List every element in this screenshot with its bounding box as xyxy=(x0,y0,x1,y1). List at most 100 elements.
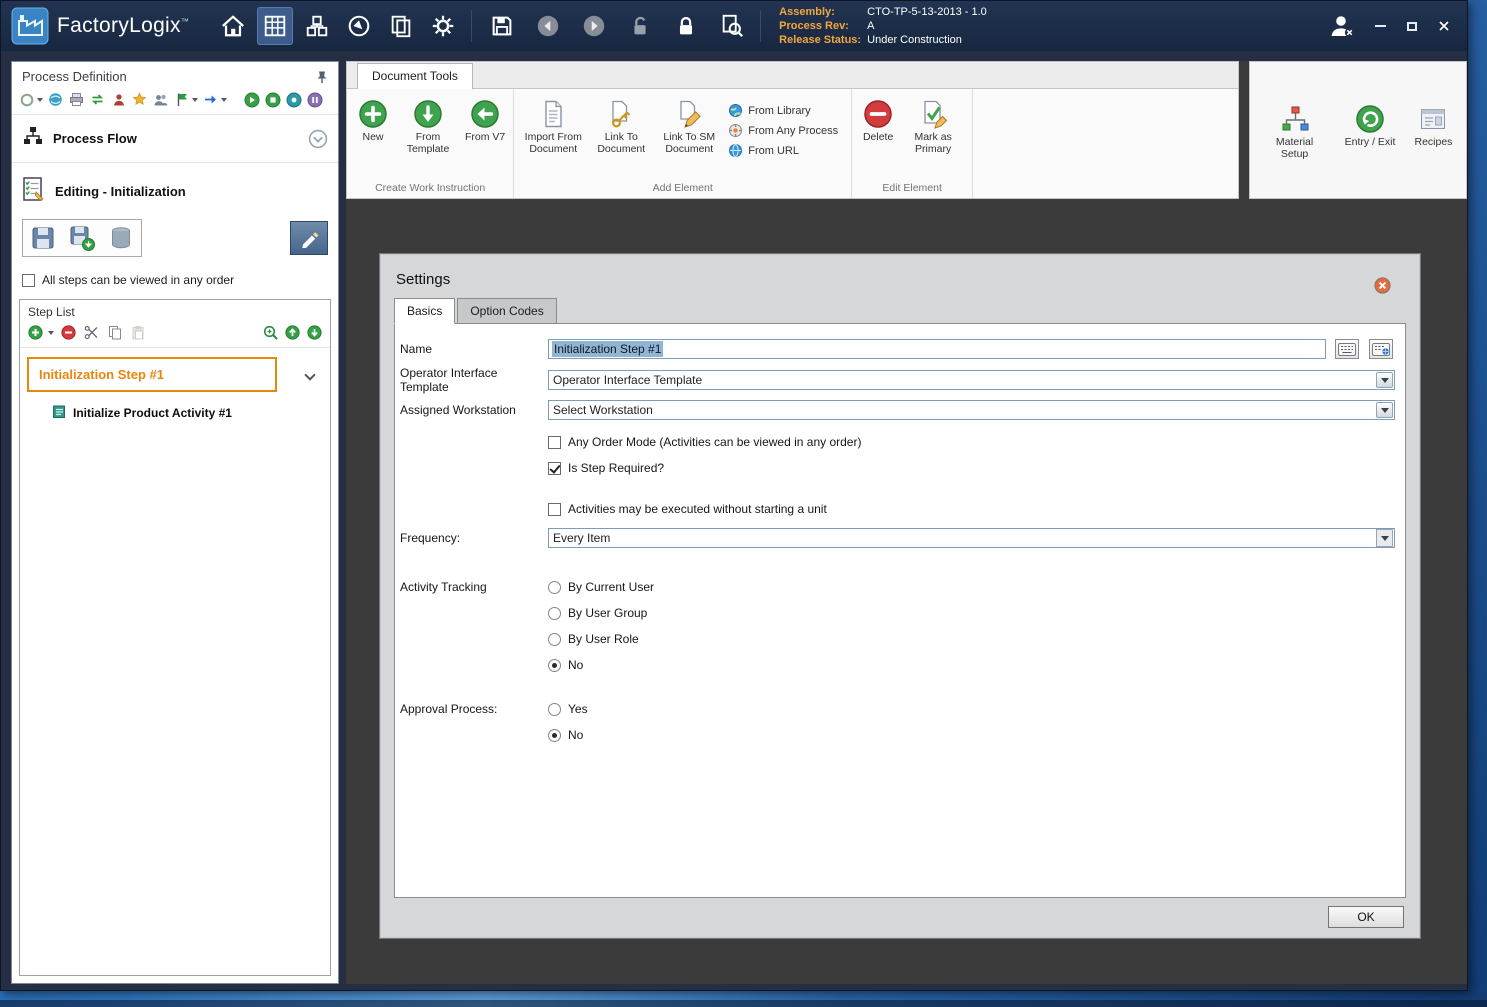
link-to-sm-document-button[interactable]: Link To SM Document xyxy=(655,95,723,158)
dialog-close-icon[interactable] xyxy=(1374,277,1391,294)
unlock-icon[interactable] xyxy=(622,7,658,45)
entry-exit-button[interactable]: Entry / Exit xyxy=(1342,100,1399,150)
ok-button[interactable]: OK xyxy=(1328,906,1404,928)
paste-icon[interactable] xyxy=(129,324,146,341)
zoom-icon[interactable] xyxy=(262,324,279,341)
dropdown-caret-icon[interactable] xyxy=(37,98,43,102)
pin-icon[interactable] xyxy=(316,70,328,84)
radio-icon[interactable] xyxy=(548,581,561,594)
from-any-process-button[interactable]: From Any Process xyxy=(729,124,838,137)
radio-approval-yes[interactable]: Yes xyxy=(548,702,588,716)
dropdown-arrow-icon[interactable] xyxy=(1376,529,1393,547)
radio-icon[interactable] xyxy=(548,633,561,646)
copy-icon[interactable] xyxy=(106,324,123,341)
frequency-combo[interactable]: Every Item xyxy=(548,528,1395,548)
dropdown-caret-icon[interactable] xyxy=(192,98,198,102)
from-template-button[interactable]: From Template xyxy=(394,95,462,158)
translation-keyboard-button[interactable] xyxy=(1369,339,1393,359)
radio-icon[interactable] xyxy=(548,729,561,742)
radio-by-current-user[interactable]: By Current User xyxy=(548,580,654,594)
tab-document-tools[interactable]: Document Tools xyxy=(357,63,473,89)
add-step-caret-icon[interactable] xyxy=(48,331,54,335)
chevron-down-icon[interactable] xyxy=(304,369,315,380)
record-ring-icon[interactable] xyxy=(18,91,35,108)
cut-icon[interactable] xyxy=(83,324,100,341)
process-definition-icon[interactable] xyxy=(257,7,293,45)
maximize-button[interactable] xyxy=(1403,17,1421,35)
any-order-mode-checkbox[interactable] xyxy=(548,436,561,449)
new-button[interactable]: New xyxy=(352,95,394,145)
forward-icon[interactable] xyxy=(576,7,612,45)
export-icon[interactable] xyxy=(202,91,219,108)
flag-icon[interactable] xyxy=(173,91,190,108)
radio-icon[interactable] xyxy=(548,659,561,672)
dropdown-arrow-icon[interactable] xyxy=(1376,372,1393,388)
users-icon[interactable] xyxy=(152,91,169,108)
save-icon[interactable] xyxy=(484,7,520,45)
move-down-icon[interactable] xyxy=(306,324,323,341)
mark-as-primary-button[interactable]: Mark as Primary xyxy=(899,95,967,158)
all-steps-any-order-label: All steps can be viewed in any order xyxy=(42,273,234,287)
assigned-workstation-combo[interactable]: Select Workstation xyxy=(548,400,1395,420)
radio-by-user-group[interactable]: By User Group xyxy=(548,606,654,620)
remove-step-icon[interactable] xyxy=(60,324,77,341)
radio-icon[interactable] xyxy=(548,703,561,716)
web-icon[interactable] xyxy=(47,91,64,108)
lock-icon[interactable] xyxy=(668,7,704,45)
radio-activity-no[interactable]: No xyxy=(548,658,654,672)
link-to-document-button[interactable]: Link To Document xyxy=(587,95,655,158)
home-icon[interactable] xyxy=(215,7,251,45)
activity-row[interactable]: Initialize Product Activity #1 xyxy=(20,392,330,422)
tab-option-codes[interactable]: Option Codes xyxy=(457,298,556,323)
tab-basics[interactable]: Basics xyxy=(394,298,455,324)
is-step-required-checkbox[interactable] xyxy=(548,462,561,475)
all-steps-any-order-checkbox[interactable] xyxy=(22,274,35,287)
user-icon[interactable] xyxy=(110,91,127,108)
stop-icon[interactable] xyxy=(264,91,281,108)
radio-by-user-role[interactable]: By User Role xyxy=(548,632,654,646)
from-v7-button[interactable]: From V7 xyxy=(462,95,508,145)
move-up-icon[interactable] xyxy=(284,324,301,341)
back-icon[interactable] xyxy=(530,7,566,45)
dropdown-arrow-icon[interactable] xyxy=(1376,402,1393,418)
selected-step-item[interactable]: Initialization Step #1 xyxy=(27,357,277,392)
process-flow-section[interactable]: Process Flow xyxy=(12,114,338,163)
keyboard-button[interactable] xyxy=(1335,339,1359,359)
dropdown-caret-icon[interactable] xyxy=(221,98,227,102)
production-icon[interactable] xyxy=(299,7,335,45)
dispatch-icon[interactable] xyxy=(341,7,377,45)
activities-without-unit-checkbox[interactable] xyxy=(548,503,561,516)
delete-button[interactable]: Delete xyxy=(857,95,899,145)
find-document-icon[interactable] xyxy=(714,7,750,45)
operator-interface-template-combo[interactable]: Operator Interface Template xyxy=(548,370,1395,390)
settings-gear-icon[interactable] xyxy=(425,7,461,45)
sync-icon[interactable] xyxy=(89,91,106,108)
pause-icon[interactable] xyxy=(306,91,323,108)
collapse-circle-icon[interactable] xyxy=(308,129,328,149)
radio-icon[interactable] xyxy=(548,607,561,620)
radio-approval-no[interactable]: No xyxy=(548,728,588,742)
material-setup-button[interactable]: Material Setup xyxy=(1261,100,1329,163)
name-input[interactable]: Initialization Step #1 xyxy=(548,339,1326,359)
from-library-button[interactable]: From Library xyxy=(729,104,838,117)
minimize-button[interactable] xyxy=(1371,17,1389,35)
user-logout-icon[interactable] xyxy=(1327,11,1357,41)
record-icon[interactable] xyxy=(285,91,302,108)
frequency-label: Frequency: xyxy=(400,531,548,545)
recipes-button[interactable]: Recipes xyxy=(1412,100,1456,150)
reports-icon[interactable] xyxy=(383,7,419,45)
star-icon[interactable] xyxy=(131,91,148,108)
step-row[interactable]: Initialization Step #1 xyxy=(27,357,324,392)
save-document-button[interactable] xyxy=(26,222,60,254)
play-icon[interactable] xyxy=(243,91,260,108)
from-url-button[interactable]: From URL xyxy=(729,144,838,157)
edit-mode-toggle-button[interactable] xyxy=(290,221,328,255)
print-icon[interactable] xyxy=(68,91,85,108)
import-from-document-button[interactable]: Import From Document xyxy=(519,95,587,158)
add-step-icon[interactable] xyxy=(27,324,44,341)
approval-process-label: Approval Process: xyxy=(400,702,548,716)
delete-document-button[interactable] xyxy=(104,222,138,254)
import-document-button[interactable] xyxy=(65,222,99,254)
close-button[interactable] xyxy=(1435,17,1453,35)
name-input-value: Initialization Step #1 xyxy=(552,341,663,357)
